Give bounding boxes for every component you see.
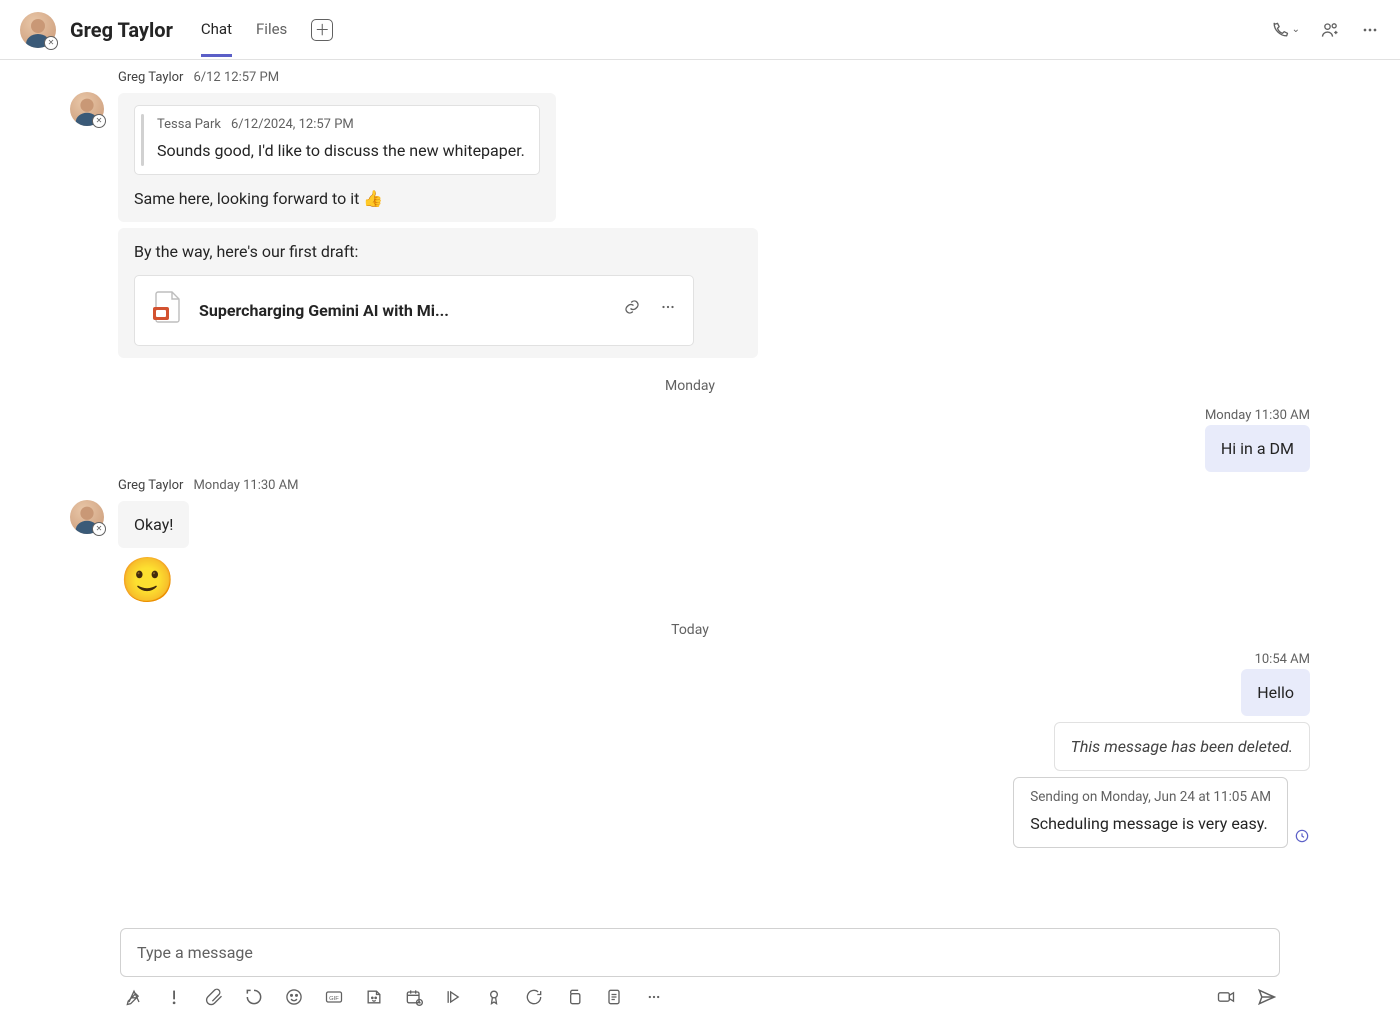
message-bubble-self[interactable]: Hi in a DM xyxy=(1205,425,1310,472)
chat-title: Greg Taylor xyxy=(70,18,173,42)
approval-button[interactable] xyxy=(484,987,504,1007)
message-group: ✕ Greg Taylor 6/12 12:57 PM Tessa Park 6… xyxy=(70,70,1310,358)
quote-time: 6/12/2024, 12:57 PM xyxy=(231,116,354,135)
message-sender: Greg Taylor xyxy=(118,478,183,493)
sticker-button[interactable] xyxy=(364,987,384,1007)
quoted-reply[interactable]: Tessa Park 6/12/2024, 12:57 PM Sounds go… xyxy=(134,105,540,175)
deleted-message[interactable]: This message has been deleted. xyxy=(1054,722,1310,771)
message-bubble-self[interactable]: Hello xyxy=(1241,669,1310,716)
contact-avatar[interactable]: ✕ xyxy=(20,12,56,48)
presence-offline-icon: ✕ xyxy=(92,114,106,128)
schedule-button[interactable] xyxy=(404,987,424,1007)
svg-text:GIF: GIF xyxy=(329,996,339,1002)
message-text: Scheduling message is very easy. xyxy=(1030,812,1271,835)
powerpoint-file-icon xyxy=(151,290,181,330)
message-sender: Greg Taylor xyxy=(118,70,183,85)
message-input[interactable]: Type a message xyxy=(120,928,1280,977)
presence-offline-icon: ✕ xyxy=(44,36,58,50)
add-tab-button[interactable]: ＋ xyxy=(311,19,333,41)
message-bubble[interactable]: Tessa Park 6/12/2024, 12:57 PM Sounds go… xyxy=(118,93,556,222)
notes-button[interactable] xyxy=(604,987,624,1007)
message-text: This message has been deleted. xyxy=(1071,737,1293,756)
message-time: Monday 11:30 AM xyxy=(1205,408,1310,423)
message-time: 6/12 12:57 PM xyxy=(193,70,279,85)
message-text: By the way, here's our first draft: xyxy=(134,240,742,263)
message-avatar[interactable]: ✕ xyxy=(70,500,104,534)
message-text: Okay! xyxy=(134,515,173,534)
message-bubble[interactable]: By the way, here's our first draft: Supe… xyxy=(118,228,758,357)
scheduled-note: Sending on Monday, Jun 24 at 11:05 AM xyxy=(1030,788,1271,808)
attachment-card[interactable]: Supercharging Gemini AI with Mi... xyxy=(134,275,694,345)
message-group: ✕ Greg Taylor Monday 11:30 AM Okay! 🙂 xyxy=(70,478,1310,602)
clock-icon xyxy=(1294,828,1310,848)
format-button[interactable] xyxy=(124,987,144,1007)
add-people-button[interactable] xyxy=(1320,20,1340,40)
video-clip-button[interactable] xyxy=(1216,987,1236,1007)
composer-toolbar: GIF xyxy=(120,987,1280,1007)
composer-area: Type a message GIF xyxy=(0,928,1400,1023)
tab-files[interactable]: Files xyxy=(256,2,287,57)
updates-button[interactable] xyxy=(524,987,544,1007)
stream-button[interactable] xyxy=(444,987,464,1007)
quote-text: Sounds good, I'd like to discuss the new… xyxy=(157,139,525,162)
priority-button[interactable] xyxy=(164,987,184,1007)
copy-button[interactable] xyxy=(564,987,584,1007)
loop-button[interactable] xyxy=(244,987,264,1007)
chat-header: ✕ Greg Taylor Chat Files ＋ ⌄ xyxy=(0,0,1400,60)
emoji-message[interactable]: 🙂 xyxy=(118,554,177,602)
chevron-down-icon: ⌄ xyxy=(1292,24,1300,35)
gif-button[interactable]: GIF xyxy=(324,987,344,1007)
message-bubble[interactable]: Okay! xyxy=(118,501,189,548)
chat-scroll-area[interactable]: ✕ Greg Taylor 6/12 12:57 PM Tessa Park 6… xyxy=(0,60,1400,928)
scheduled-message[interactable]: Sending on Monday, Jun 24 at 11:05 AM Sc… xyxy=(1013,777,1288,848)
message-text: Same here, looking forward to it 👍 xyxy=(134,187,540,210)
message-time: 10:54 AM xyxy=(1255,652,1310,667)
tab-chat[interactable]: Chat xyxy=(201,2,232,57)
copy-link-button[interactable] xyxy=(623,298,641,322)
attach-button[interactable] xyxy=(204,987,224,1007)
attachment-title: Supercharging Gemini AI with Mi... xyxy=(199,299,605,322)
toolbar-more-button[interactable] xyxy=(644,987,664,1007)
quote-sender: Tessa Park xyxy=(157,116,221,135)
date-separator: Monday xyxy=(70,364,1310,402)
presence-offline-icon: ✕ xyxy=(92,522,106,536)
more-options-button[interactable] xyxy=(1360,20,1380,40)
call-button[interactable]: ⌄ xyxy=(1270,20,1300,40)
date-separator: Today xyxy=(70,608,1310,646)
message-text: Hi in a DM xyxy=(1221,439,1294,458)
message-time: Monday 11:30 AM xyxy=(193,478,298,493)
attachment-more-button[interactable] xyxy=(659,298,677,322)
send-button[interactable] xyxy=(1256,987,1276,1007)
emoji-button[interactable] xyxy=(284,987,304,1007)
message-text: Hello xyxy=(1257,683,1294,702)
message-avatar[interactable]: ✕ xyxy=(70,92,104,126)
